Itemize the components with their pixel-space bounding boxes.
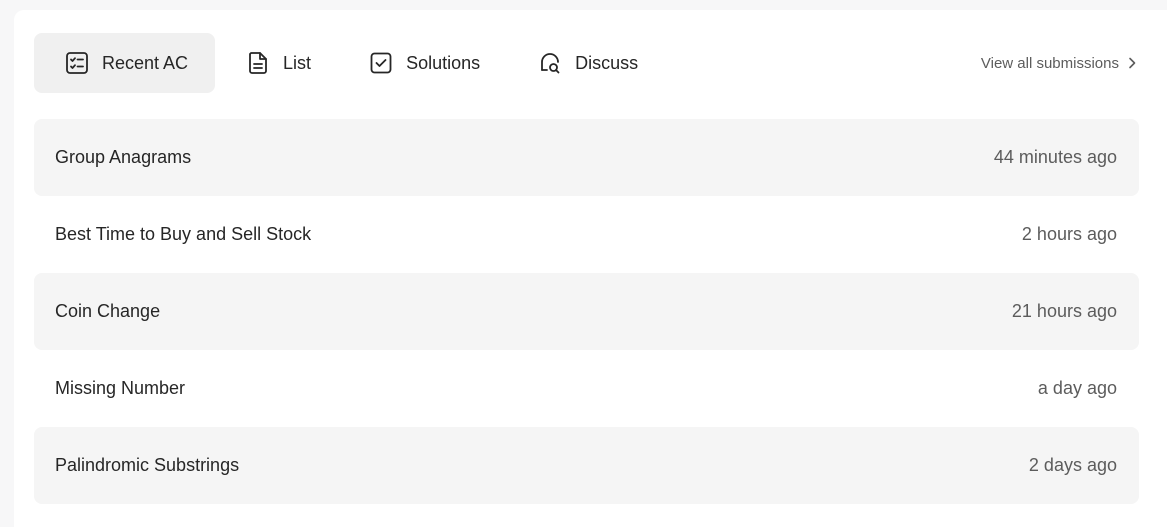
tab-bar: Recent AC List Solutions Discuss [34,33,665,93]
submission-title: Coin Change [55,301,161,321]
submission-time: 21 hours ago [1011,301,1117,321]
view-all-submissions-link[interactable]: View all submissions [981,52,1139,74]
tab-label: Solutions [406,52,481,73]
tab-solutions[interactable]: Solutions [338,33,507,93]
checkbox-icon [368,50,394,76]
submission-title: Group Anagrams [55,147,192,167]
submission-time: 2 days ago [1028,455,1117,475]
submission-time: 44 minutes ago [993,147,1117,167]
view-all-label: View all submissions [980,54,1119,72]
tab-list[interactable]: List [215,33,338,93]
submission-row[interactable]: Palindromic Substrings 2 days ago [34,427,1139,504]
tab-label: Discuss [575,52,639,73]
tab-recent-ac[interactable]: Recent AC [34,33,216,93]
submission-row[interactable]: Best Time to Buy and Sell Stock 2 hours … [34,196,1139,273]
discussion-search-icon [537,50,563,76]
submission-time: 2 hours ago [1021,224,1117,244]
submission-list: Group Anagrams 44 minutes ago Best Time … [34,119,1139,504]
tab-label: Recent AC [102,52,189,73]
checklist-icon [64,50,90,76]
submission-row[interactable]: Group Anagrams 44 minutes ago [34,119,1139,196]
tab-label: List [283,52,312,73]
submission-title: Best Time to Buy and Sell Stock [55,224,312,244]
document-icon [245,50,271,76]
submission-row[interactable]: Missing Number a day ago [34,350,1139,427]
submission-row[interactable]: Coin Change 21 hours ago [34,273,1139,350]
submission-time: a day ago [1037,378,1117,398]
chevron-right-icon [1125,56,1139,70]
submission-title: Missing Number [55,378,186,398]
submission-title: Palindromic Substrings [55,455,240,475]
tab-discuss[interactable]: Discuss [507,33,665,93]
